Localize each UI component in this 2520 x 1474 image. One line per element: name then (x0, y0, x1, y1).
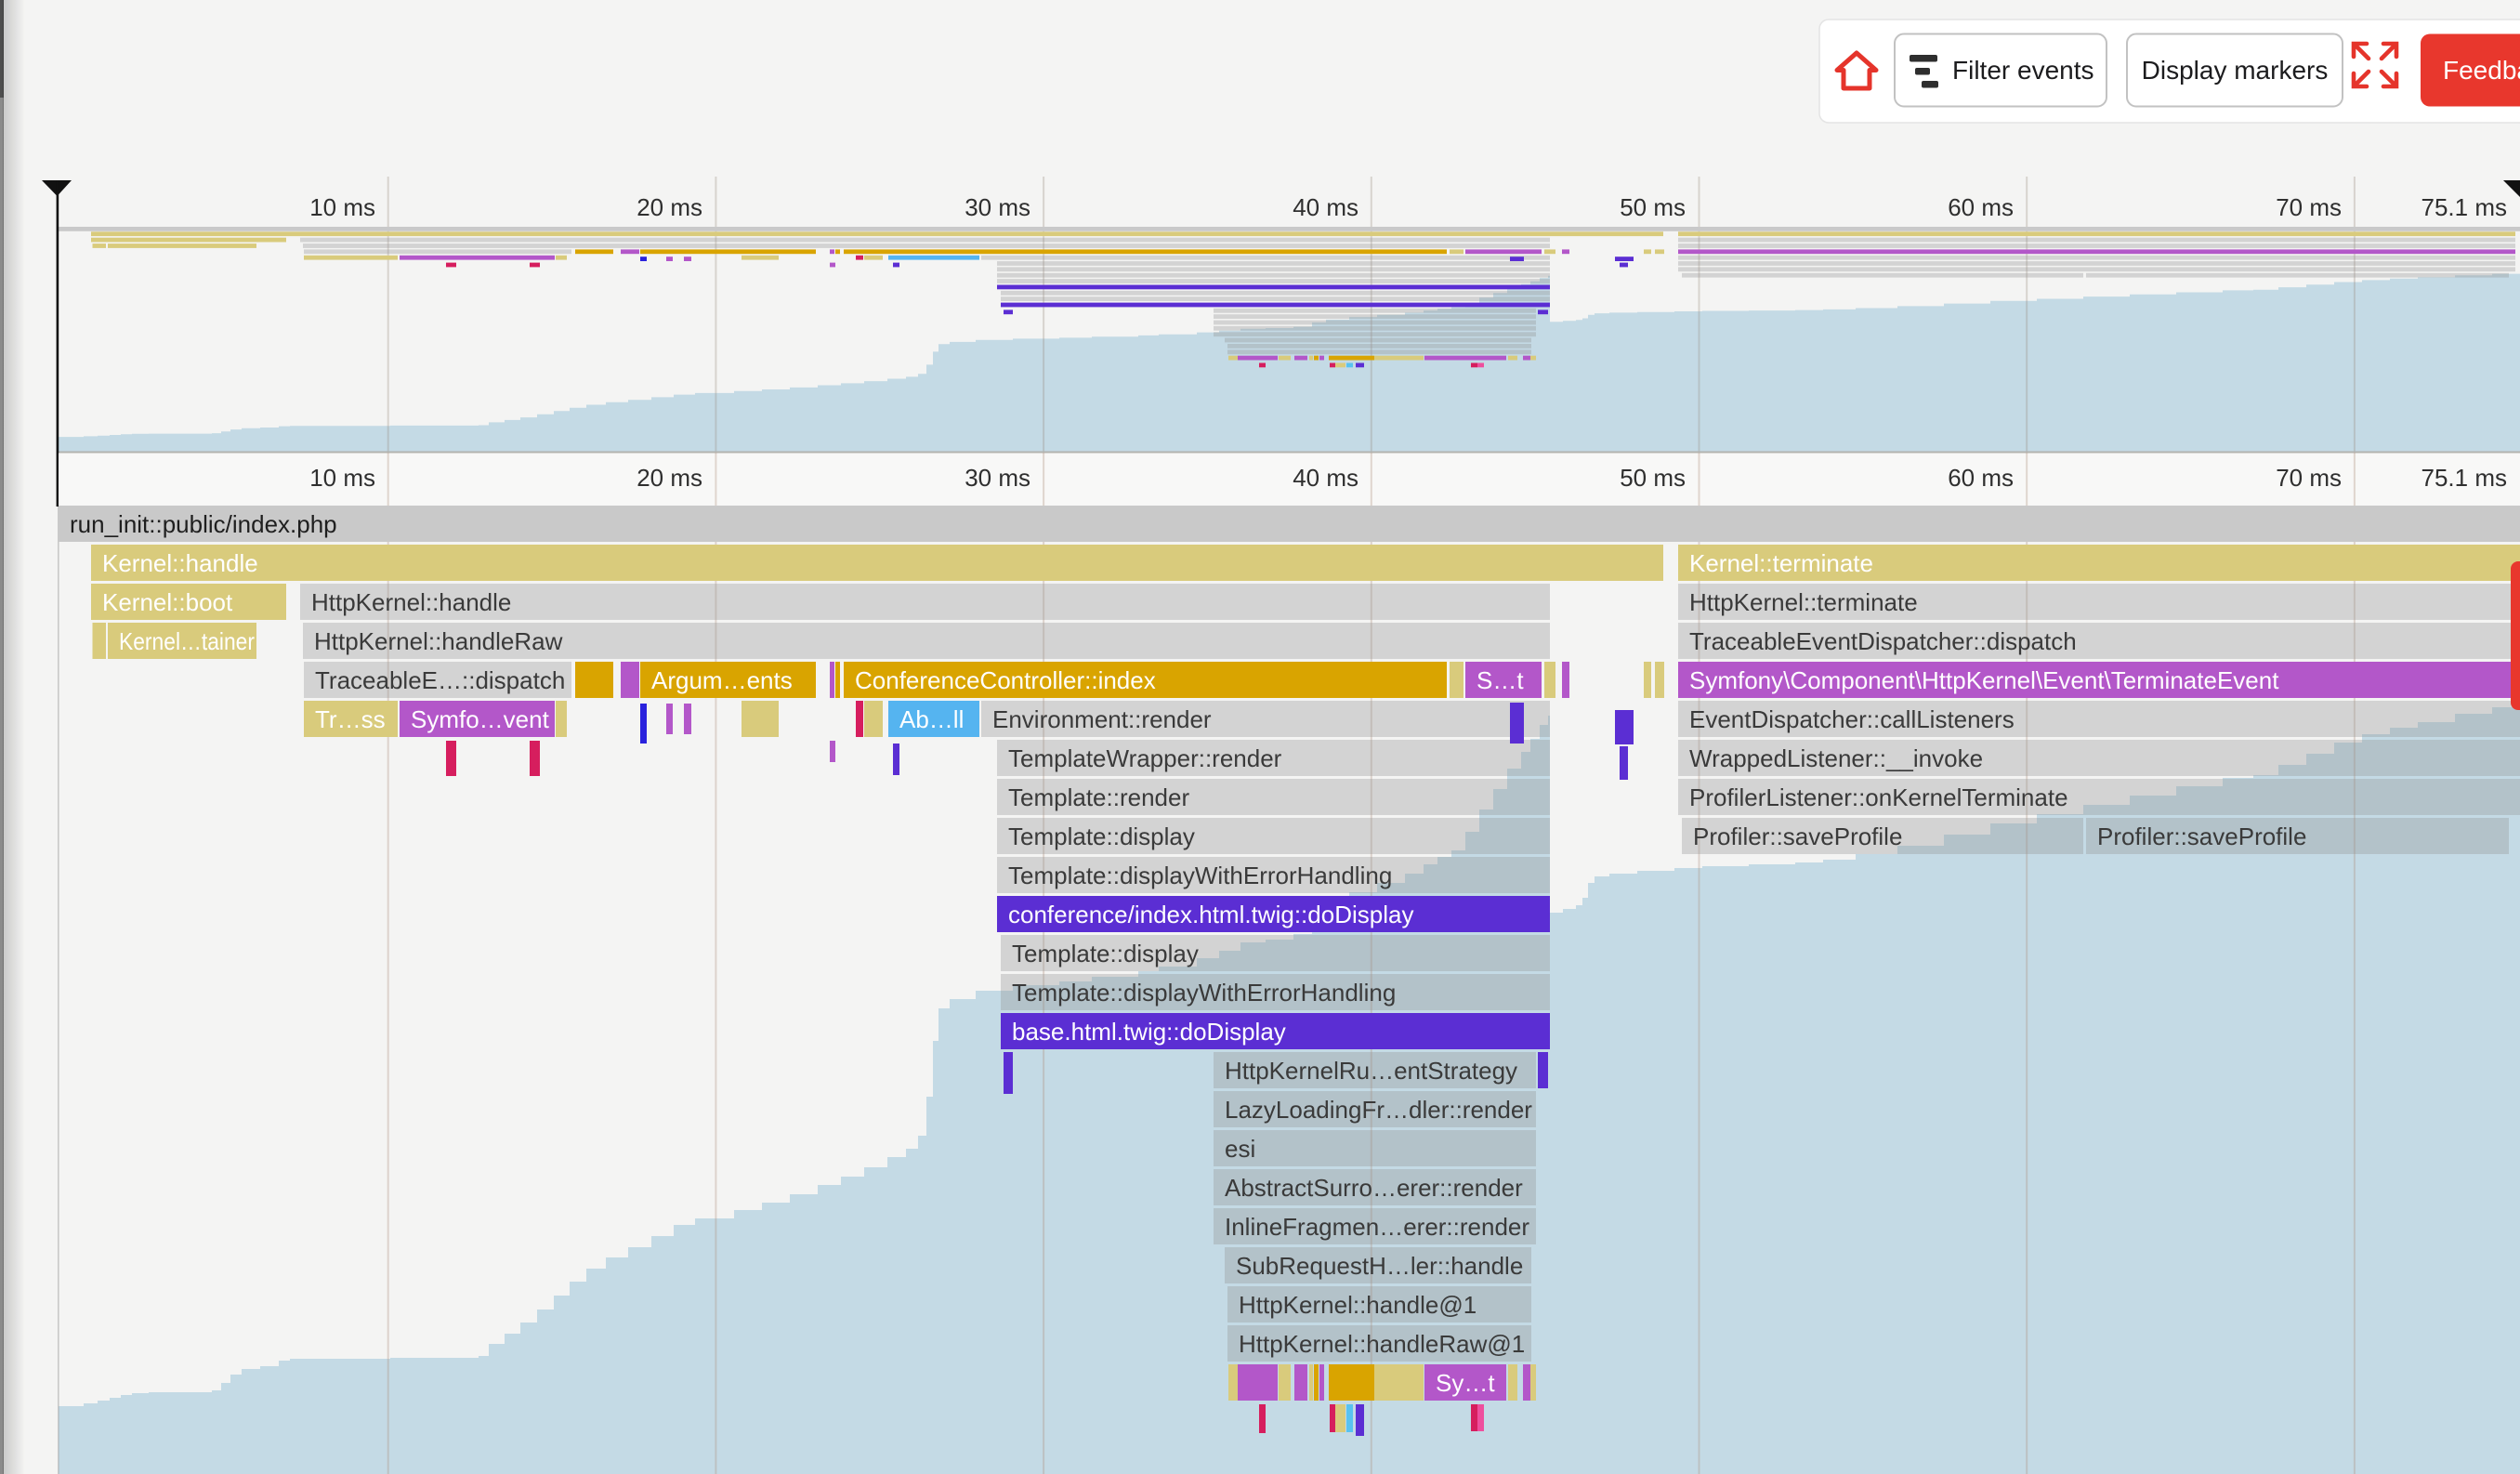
svg-text:WrappedListener::__invoke: WrappedListener::__invoke (1689, 744, 1983, 772)
svg-text:Display markers: Display markers (2142, 56, 2329, 85)
svg-text:75.1 ms: 75.1 ms (2422, 464, 2508, 492)
svg-text:HttpKernel::handle@1: HttpKernel::handle@1 (1239, 1291, 1477, 1319)
svg-text:Symfony\Component\HttpKernel\E: Symfony\Component\HttpKernel\Event\Termi… (1689, 666, 2279, 694)
svg-text:Environment::render: Environment::render (992, 705, 1212, 733)
svg-text:InlineFragmen…erer::render: InlineFragmen…erer::render (1225, 1213, 1529, 1241)
svg-text:70 ms: 70 ms (2276, 193, 2342, 221)
svg-text:20 ms: 20 ms (637, 464, 702, 492)
svg-text:50 ms: 50 ms (1620, 193, 1686, 221)
svg-text:ConferenceController::index: ConferenceController::index (855, 666, 1156, 694)
svg-text:conference/index.html.twig::do: conference/index.html.twig::doDisplay (1008, 901, 1413, 928)
svg-text:20 ms: 20 ms (637, 193, 702, 221)
svg-text:Kernel…tainer: Kernel…tainer (119, 627, 255, 655)
svg-text:Profiler::saveProfile: Profiler::saveProfile (2097, 823, 2306, 850)
svg-text:HttpKernel::handleRaw: HttpKernel::handleRaw (314, 627, 563, 655)
svg-text:10 ms: 10 ms (309, 193, 375, 221)
svg-text:60 ms: 60 ms (1948, 193, 2014, 221)
svg-text:Profiler::saveProfile: Profiler::saveProfile (1693, 823, 1902, 850)
svg-text:70 ms: 70 ms (2276, 464, 2342, 492)
svg-text:Symfo…vent: Symfo…vent (411, 705, 550, 733)
svg-text:Sy…t: Sy…t (1436, 1369, 1495, 1397)
svg-text:Template::display: Template::display (1008, 823, 1195, 850)
svg-text:40 ms: 40 ms (1293, 464, 1358, 492)
svg-text:Template::displayWithErrorHand: Template::displayWithErrorHandling (1012, 979, 1396, 1007)
svg-text:Kernel::terminate: Kernel::terminate (1689, 549, 1873, 577)
svg-text:S…t: S…t (1477, 666, 1524, 694)
svg-text:Filter events: Filter events (1952, 56, 2094, 85)
svg-text:HttpKernel::terminate: HttpKernel::terminate (1689, 588, 1918, 616)
svg-text:TraceableEventDispatcher::disp: TraceableEventDispatcher::dispatch (1689, 627, 2077, 655)
svg-text:50 ms: 50 ms (1620, 464, 1686, 492)
svg-text:30 ms: 30 ms (965, 464, 1030, 492)
svg-text:30 ms: 30 ms (965, 193, 1030, 221)
svg-text:TraceableE…::dispatch: TraceableE…::dispatch (315, 666, 565, 694)
svg-text:HttpKernelRu…entStrategy: HttpKernelRu…entStrategy (1225, 1057, 1517, 1085)
svg-text:ProfilerListener::onKernelTerm: ProfilerListener::onKernelTerminate (1689, 783, 2068, 811)
svg-text:base.html.twig::doDisplay: base.html.twig::doDisplay (1012, 1018, 1286, 1046)
svg-text:75.1 ms: 75.1 ms (2422, 193, 2508, 221)
svg-text:HttpKernel::handle: HttpKernel::handle (311, 588, 511, 616)
svg-text:AbstractSurro…erer::render: AbstractSurro…erer::render (1225, 1174, 1523, 1202)
svg-text:Template::display: Template::display (1012, 940, 1199, 967)
svg-text:Template::render: Template::render (1008, 783, 1189, 811)
svg-text:10 ms: 10 ms (309, 464, 375, 492)
svg-text:EventDispatcher::callListeners: EventDispatcher::callListeners (1689, 705, 2015, 733)
svg-text:esi: esi (1225, 1135, 1255, 1163)
svg-text:HttpKernel::handleRaw@1: HttpKernel::handleRaw@1 (1239, 1330, 1525, 1358)
svg-text:40 ms: 40 ms (1293, 193, 1358, 221)
svg-text:Argum…ents: Argum…ents (651, 666, 793, 694)
svg-text:LazyLoadingFr…dler::render: LazyLoadingFr…dler::render (1225, 1096, 1532, 1124)
svg-text:Tr…ss: Tr…ss (315, 705, 386, 733)
svg-text:Kernel::boot: Kernel::boot (102, 588, 233, 616)
svg-text:run_init::public/index.php: run_init::public/index.php (70, 510, 337, 538)
svg-text:60 ms: 60 ms (1948, 464, 2014, 492)
svg-text:TemplateWrapper::render: TemplateWrapper::render (1008, 744, 1282, 772)
svg-text:Feedback: Feedback (2443, 56, 2520, 85)
svg-text:Template::displayWithErrorHand: Template::displayWithErrorHandling (1008, 862, 1392, 889)
svg-text:SubRequestH…ler::handle: SubRequestH…ler::handle (1236, 1252, 1523, 1280)
svg-text:Ab…ll: Ab…ll (899, 705, 964, 733)
svg-text:Kernel::handle: Kernel::handle (102, 549, 258, 577)
